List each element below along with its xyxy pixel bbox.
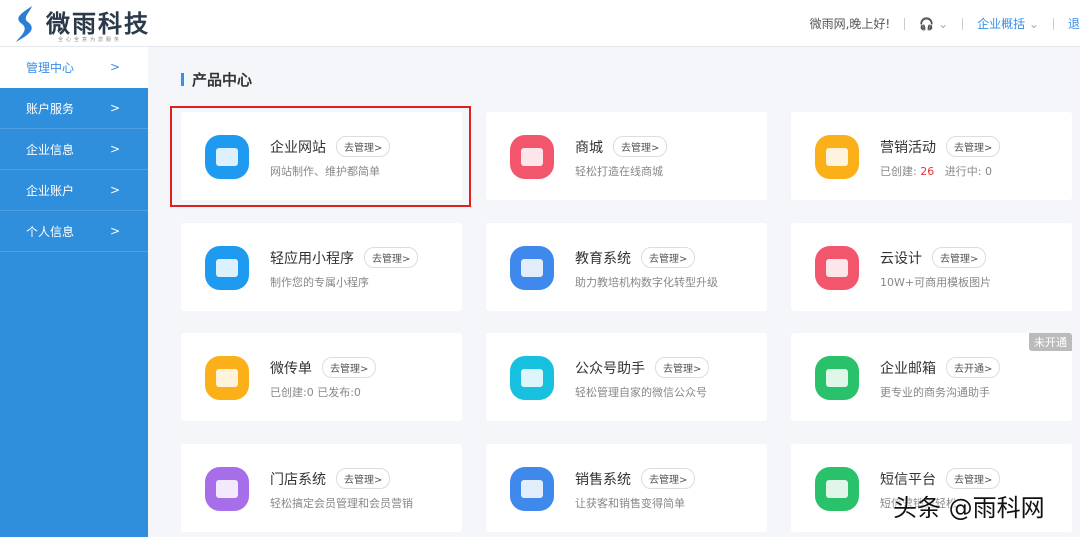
sidebar-item[interactable]: 管理中心 >: [0, 47, 148, 88]
manage-button[interactable]: 去开通>: [946, 357, 1001, 378]
product-title: 商城: [575, 139, 603, 156]
chevron-right-icon: >: [109, 101, 120, 115]
manage-button[interactable]: 去管理>: [641, 468, 696, 489]
manage-button[interactable]: 去管理>: [336, 468, 391, 489]
sidebar-item-label: 账户服务: [26, 101, 75, 116]
product-icon: [815, 467, 859, 511]
manage-button[interactable]: 去管理>: [641, 247, 696, 268]
chevron-down-icon: ⌄: [1028, 17, 1039, 31]
chevron-right-icon: >: [109, 224, 120, 238]
sidebar-item-label: 管理中心: [26, 60, 75, 75]
product-icon: [510, 356, 554, 400]
product-card[interactable]: 公众号助手 去管理> 轻松管理自家的微信公众号: [486, 333, 767, 421]
product-icon: [510, 246, 554, 290]
watermark: 头条 @雨科网: [893, 494, 1045, 522]
product-card[interactable]: 营销活动 去管理> 已创建: 26 进行中: 0: [791, 112, 1072, 200]
product-icon: [510, 467, 554, 511]
manage-button[interactable]: 去管理>: [322, 357, 377, 378]
product-desc: 已创建:0 已发布:0: [270, 386, 361, 399]
chevron-down-icon: ⌄: [938, 16, 949, 31]
product-title: 营销活动: [880, 139, 936, 156]
support-dropdown[interactable]: 🎧 ⌄: [919, 17, 948, 31]
product-desc: 助力教培机构数字化转型升级: [575, 276, 718, 289]
product-desc: 更专业的商务沟通助手: [880, 386, 990, 399]
logo-icon: [16, 6, 32, 42]
chevron-right-icon: >: [109, 60, 120, 74]
product-title: 教育系统: [575, 250, 631, 267]
sidebar: 管理中心 > 账户服务 > 企业信息 > 企业账户 > 个人信息 >: [0, 47, 148, 537]
overview-dropdown[interactable]: 企业概括 ⌄: [977, 15, 1039, 32]
product-card[interactable]: 轻应用小程序 去管理> 制作您的专属小程序: [181, 223, 462, 311]
sidebar-item-label: 企业信息: [26, 142, 75, 157]
product-title: 公众号助手: [575, 360, 645, 377]
product-card[interactable]: 销售系统 去管理> 让获客和销售变得简单: [486, 444, 767, 532]
sidebar-item[interactable]: 个人信息 >: [0, 211, 148, 252]
manage-button[interactable]: 去管理>: [932, 247, 987, 268]
product-icon: [205, 246, 249, 290]
product-title: 轻应用小程序: [270, 250, 354, 267]
page-title: 产品中心: [181, 69, 252, 90]
product-title: 门店系统: [270, 471, 326, 488]
product-card[interactable]: 商城 去管理> 轻松打造在线商城: [486, 112, 767, 200]
logout-link[interactable]: 退: [1068, 15, 1080, 32]
sidebar-item[interactable]: 企业账户 >: [0, 170, 148, 211]
product-icon: [205, 467, 249, 511]
product-desc: 轻松管理自家的微信公众号: [575, 386, 707, 399]
product-card[interactable]: 云设计 去管理> 10W+可商用模板图片: [791, 223, 1072, 311]
logo-text: 微雨科技: [46, 10, 150, 38]
sidebar-item-label: 个人信息: [26, 224, 75, 239]
product-title: 短信平台: [880, 471, 936, 488]
product-desc: 轻松搞定会员管理和会员营销: [270, 497, 413, 510]
greeting: 微雨网,晚上好!: [809, 17, 891, 31]
product-card[interactable]: 微传单 去管理> 已创建:0 已发布:0: [181, 333, 462, 421]
chevron-right-icon: >: [109, 142, 120, 156]
product-title: 微传单: [270, 360, 312, 377]
highlight-box: [170, 106, 471, 207]
product-title: 企业邮箱: [880, 360, 936, 377]
product-desc: 10W+可商用模板图片: [880, 276, 992, 289]
product-icon: [205, 356, 249, 400]
logo-subtitle: 全心全意为您服务: [58, 37, 123, 43]
product-card[interactable]: 教育系统 去管理> 助力教培机构数字化转型升级: [486, 223, 767, 311]
product-icon: [815, 135, 859, 179]
product-title: 云设计: [880, 250, 922, 267]
product-desc: 已创建: 26 进行中: 0: [880, 165, 992, 178]
chevron-right-icon: >: [109, 183, 120, 197]
sidebar-item[interactable]: 企业信息 >: [0, 129, 148, 170]
manage-button[interactable]: 去管理>: [946, 136, 1001, 157]
product-icon: [510, 135, 554, 179]
manage-button[interactable]: 去管理>: [655, 357, 710, 378]
product-card[interactable]: 门店系统 去管理> 轻松搞定会员管理和会员营销: [181, 444, 462, 532]
sidebar-item-label: 企业账户: [26, 183, 75, 198]
top-header: 微雨科技 全心全意为您服务 微雨网,晚上好! 🎧 ⌄ 企业概括 ⌄ 退: [0, 0, 1080, 47]
product-icon: [815, 356, 859, 400]
manage-button[interactable]: 去管理>: [364, 247, 419, 268]
product-icon: [815, 246, 859, 290]
manage-button[interactable]: 去管理>: [946, 468, 1001, 489]
logo[interactable]: 微雨科技 全心全意为您服务: [10, 4, 150, 44]
status-badge: 未开通: [1029, 333, 1072, 351]
product-desc: 轻松打造在线商城: [575, 165, 663, 178]
manage-button[interactable]: 去管理>: [613, 136, 668, 157]
product-card[interactable]: 企业邮箱 去开通> 更专业的商务沟通助手 未开通: [791, 333, 1072, 421]
product-desc: 制作您的专属小程序: [270, 276, 369, 289]
product-desc: 让获客和销售变得简单: [575, 497, 685, 510]
product-title: 销售系统: [575, 471, 631, 488]
sidebar-item[interactable]: 账户服务 >: [0, 88, 148, 129]
